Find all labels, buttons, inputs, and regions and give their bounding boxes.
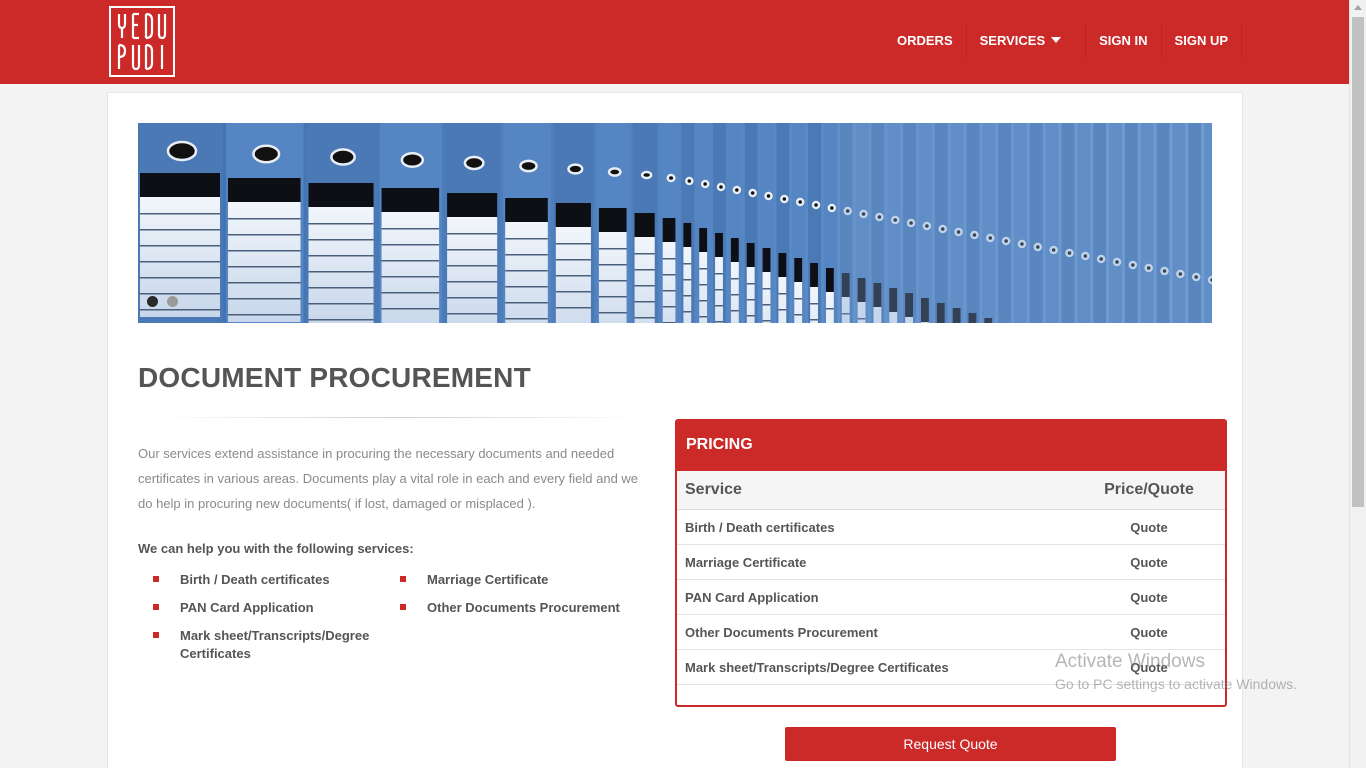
row-service: Marriage Certificate xyxy=(685,554,807,570)
services-heading: We can help you with the following servi… xyxy=(138,541,414,556)
row-price: Quote xyxy=(1130,519,1168,535)
bullet-icon xyxy=(153,604,159,610)
table-row: Other Documents Procurement Quote xyxy=(677,615,1225,650)
service-label: Birth / Death certificates xyxy=(180,572,330,587)
bullet-icon xyxy=(400,604,406,610)
service-label: Marriage Certificate xyxy=(427,572,549,587)
vertical-scrollbar[interactable] xyxy=(1349,0,1366,768)
row-service: Birth / Death certificates xyxy=(685,519,835,535)
row-service: Other Documents Procurement xyxy=(685,624,878,640)
service-label: Mark sheet/Transcripts/Degree Certificat… xyxy=(180,628,370,661)
request-quote-button[interactable]: Request Quote xyxy=(785,727,1116,761)
row-price: Quote xyxy=(1130,624,1168,640)
nav-services-label: SERVICES xyxy=(979,33,1046,48)
service-list-item: Birth / Death certificates xyxy=(153,571,330,589)
pricing-header-row: Service Price/Quote xyxy=(677,471,1225,510)
intro-paragraph: Our services extend assistance in procur… xyxy=(138,446,639,511)
activate-windows-title: Activate Windows xyxy=(1055,651,1205,672)
nav-services[interactable]: SERVICES xyxy=(967,24,1087,58)
caret-down-icon xyxy=(1051,37,1062,43)
row-service: PAN Card Application xyxy=(685,589,819,605)
service-list-item: Other Documents Procurement xyxy=(400,599,620,617)
main-nav: ORDERS SERVICES SIGN IN SIGN UP xyxy=(884,24,1243,58)
bullet-icon xyxy=(153,576,159,582)
scrollbar-thumb[interactable] xyxy=(1352,17,1364,507)
row-service: Mark sheet/Transcripts/Degree Certificat… xyxy=(685,659,949,675)
nav-sign-up[interactable]: SIGN UP xyxy=(1162,24,1243,58)
nav-sign-in-label: SIGN IN xyxy=(1099,33,1148,48)
table-row: PAN Card Application Quote xyxy=(677,580,1225,615)
row-price: Quote xyxy=(1130,554,1168,570)
brand-logo[interactable] xyxy=(109,6,175,77)
table-row: Birth / Death certificates Quote xyxy=(677,510,1225,545)
top-navbar: ORDERS SERVICES SIGN IN SIGN UP xyxy=(0,0,1349,84)
logo-mark xyxy=(117,12,167,71)
row-price: Quote xyxy=(1130,589,1168,605)
binders-image xyxy=(138,123,1212,323)
column-header-service: Service xyxy=(685,481,742,498)
bullet-icon xyxy=(400,576,406,582)
nav-orders-label: ORDERS xyxy=(897,33,953,48)
nav-sign-up-label: SIGN UP xyxy=(1174,33,1229,48)
carousel-dot-2[interactable] xyxy=(167,296,178,307)
service-label: PAN Card Application xyxy=(180,600,314,615)
activate-windows-subtitle: Go to PC settings to activate Windows. xyxy=(1055,676,1297,692)
pricing-title: PRICING xyxy=(677,421,1225,471)
service-label: Other Documents Procurement xyxy=(427,600,620,615)
scroll-up-arrow-icon[interactable] xyxy=(1354,5,1362,10)
page-title: DOCUMENT PROCUREMENT xyxy=(138,362,531,393)
hero-banner xyxy=(138,123,1212,323)
bullet-icon xyxy=(153,632,159,638)
nav-sign-in[interactable]: SIGN IN xyxy=(1086,24,1162,58)
table-row: Marriage Certificate Quote xyxy=(677,545,1225,580)
nav-orders[interactable]: ORDERS xyxy=(884,24,967,58)
service-list-item: Mark sheet/Transcripts/Degree Certificat… xyxy=(153,627,390,663)
title-divider xyxy=(155,417,645,418)
carousel-dot-1[interactable] xyxy=(147,296,158,307)
service-list-item: Marriage Certificate xyxy=(400,571,549,589)
service-list-item: PAN Card Application xyxy=(153,599,314,617)
column-header-price: Price/Quote xyxy=(1104,481,1194,498)
